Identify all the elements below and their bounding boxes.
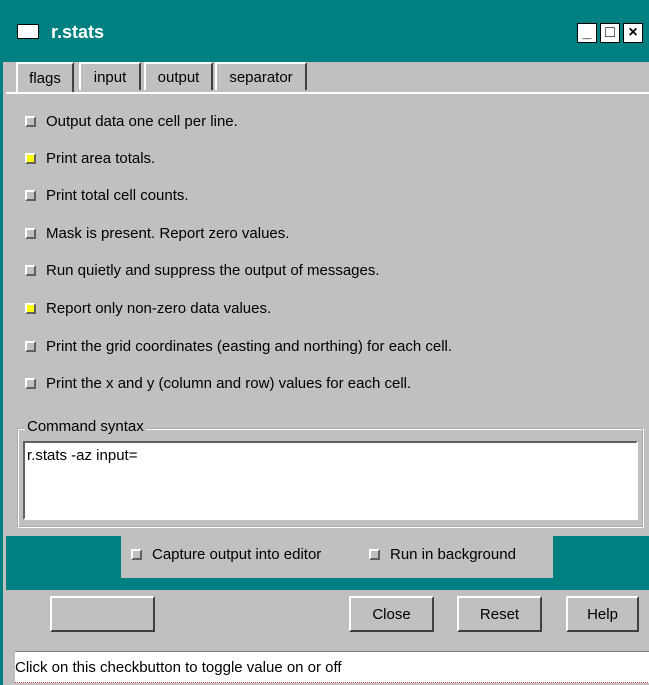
option-label: Capture output into editor (152, 545, 322, 563)
checkbox-checked[interactable] (25, 302, 36, 314)
checkbox[interactable] (25, 227, 36, 239)
option-capture-output[interactable]: Capture output into editor (131, 544, 321, 564)
flag-grid-coordinates[interactable]: Print the grid coordinates (easting and … (25, 336, 452, 356)
flag-print-area-totals[interactable]: Print area totals. (25, 148, 155, 168)
flags-panel (6, 92, 649, 406)
option-run-background[interactable]: Run in background (369, 544, 516, 564)
minimize-button[interactable]: _ (577, 23, 597, 43)
title-bar[interactable]: r.stats _ □ × (3, 0, 649, 62)
window-menu-icon[interactable] (17, 24, 39, 39)
status-bar: Click on this checkbutton to toggle valu… (15, 651, 649, 683)
window-title: r.stats (51, 22, 105, 42)
checkbox[interactable] (369, 548, 380, 560)
flag-label: Print area totals. (46, 149, 156, 167)
reset-button[interactable]: Reset (457, 596, 542, 632)
tab-output[interactable]: output (144, 62, 213, 90)
checkbox[interactable] (25, 115, 36, 127)
tab-separator[interactable]: separator (215, 62, 307, 90)
r-stats-window: r.stats _ □ × flags input output separat… (0, 0, 649, 685)
command-syntax-text[interactable]: r.stats -az input= (23, 441, 638, 520)
flag-print-cell-counts[interactable]: Print total cell counts. (25, 185, 189, 205)
flag-mask-present[interactable]: Mask is present. Report zero values. (25, 223, 289, 243)
tab-flags[interactable]: flags (16, 62, 74, 92)
flag-xy-values[interactable]: Print the x and y (column and row) value… (25, 373, 411, 393)
run-button[interactable] (50, 596, 155, 632)
flag-label: Print the x and y (column and row) value… (46, 374, 412, 392)
checkbox[interactable] (25, 377, 36, 389)
flag-label: Print total cell counts. (46, 186, 189, 204)
maximize-button[interactable]: □ (600, 23, 620, 43)
flag-label: Mask is present. Report zero values. (46, 224, 290, 242)
flag-non-zero-only[interactable]: Report only non-zero data values. (25, 298, 271, 318)
flag-run-quietly[interactable]: Run quietly and suppress the output of m… (25, 260, 380, 280)
flag-label: Report only non-zero data values. (46, 299, 272, 317)
flag-label: Print the grid coordinates (easting and … (46, 337, 453, 355)
flag-label: Output data one cell per line. (46, 112, 238, 130)
command-syntax-label: Command syntax (25, 418, 146, 435)
command-text: r.stats -az input= (27, 447, 138, 464)
tab-input[interactable]: input (79, 62, 141, 90)
checkbox[interactable] (25, 189, 36, 201)
checkbox[interactable] (131, 548, 142, 560)
help-button[interactable]: Help (566, 596, 639, 632)
flag-one-cell-per-line[interactable]: Output data one cell per line. (25, 111, 238, 131)
checkbox[interactable] (25, 264, 36, 276)
close-button[interactable]: Close (349, 596, 434, 632)
close-window-button[interactable]: × (623, 23, 643, 43)
checkbox-checked[interactable] (25, 152, 36, 164)
checkbox[interactable] (25, 340, 36, 352)
flag-label: Run quietly and suppress the output of m… (46, 261, 380, 279)
option-label: Run in background (390, 545, 516, 563)
